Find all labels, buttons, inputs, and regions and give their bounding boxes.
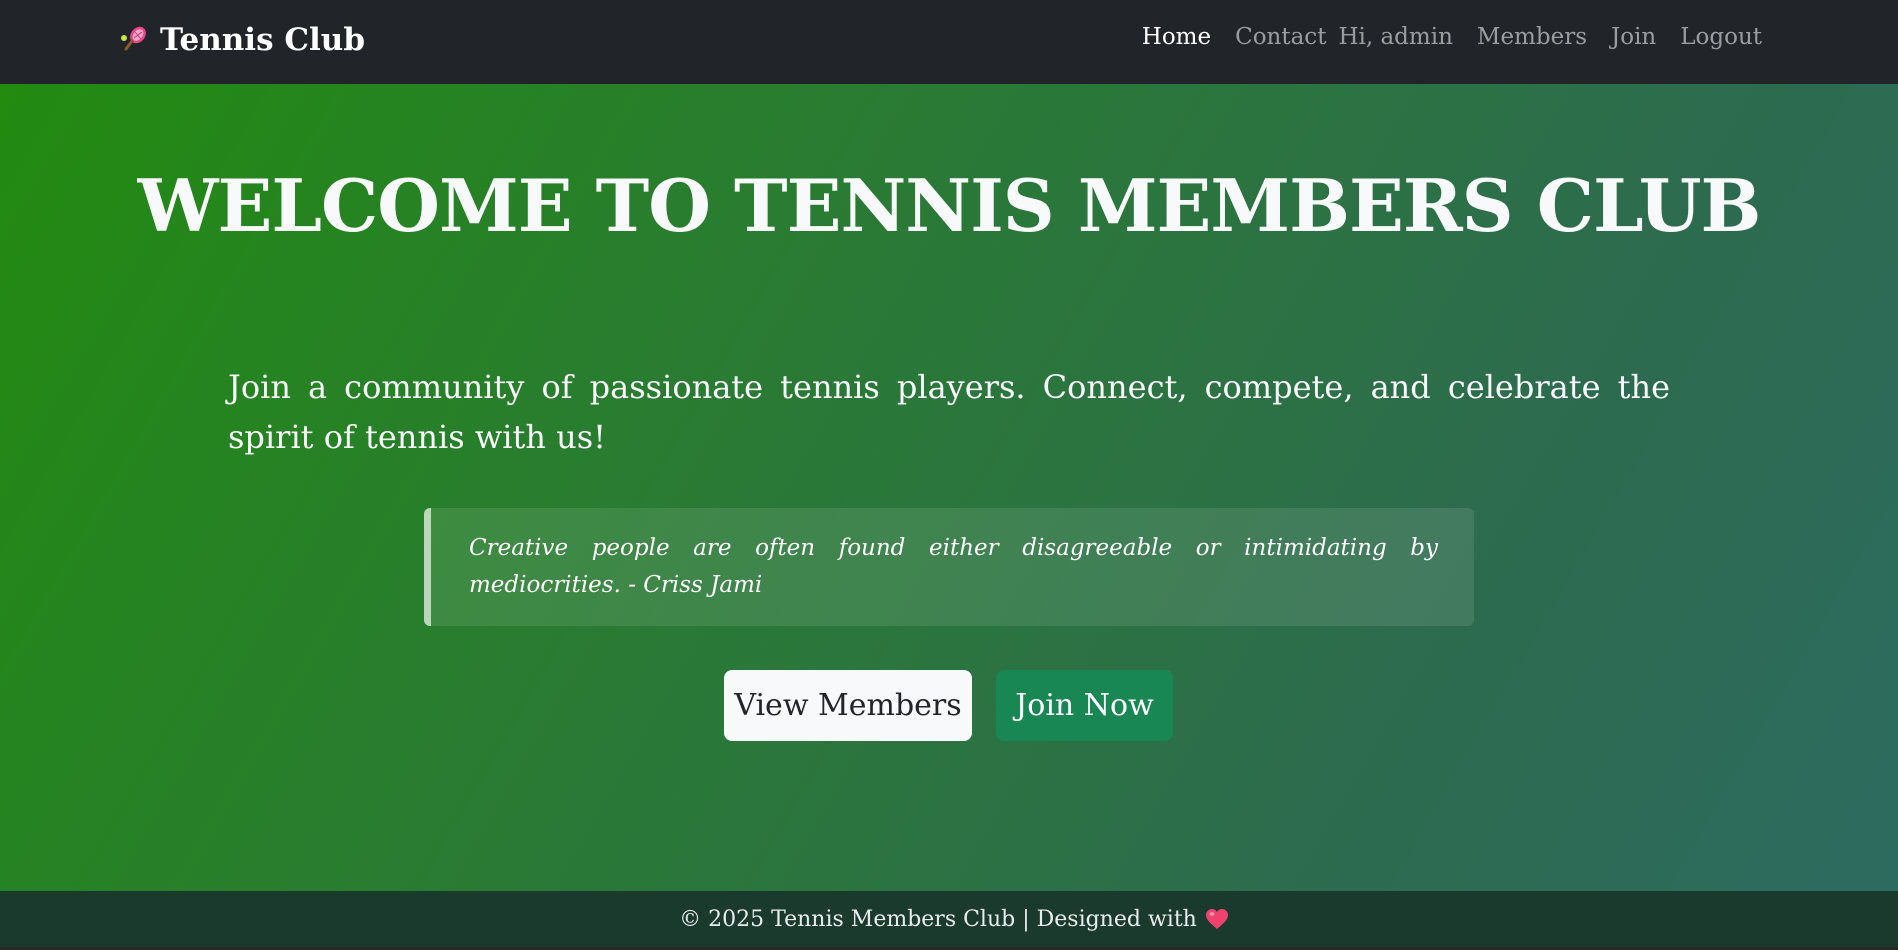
nav-contact-link[interactable]: Contact bbox=[1223, 24, 1332, 50]
view-members-button[interactable]: View Members bbox=[724, 670, 972, 741]
footer-text: © 2025 Tennis Members Club | Designed wi… bbox=[679, 906, 1197, 932]
nav-join-link[interactable]: Join bbox=[1599, 24, 1668, 50]
hero-section: WELCOME TO TENNIS MEMBERS CLUB Join a co… bbox=[0, 84, 1898, 891]
heart-icon bbox=[1205, 908, 1229, 930]
brand-link[interactable]: Tennis Club bbox=[118, 22, 365, 58]
footer-content: © 2025 Tennis Members Club | Designed wi… bbox=[679, 907, 1229, 932]
top-navbar: Tennis Club Home Contact Hi, admin Membe… bbox=[0, 0, 1898, 84]
join-now-button[interactable]: Join Now bbox=[996, 670, 1173, 741]
hero-title: WELCOME TO TENNIS MEMBERS CLUB bbox=[137, 163, 1762, 248]
page-footer: © 2025 Tennis Members Club | Designed wi… bbox=[0, 891, 1898, 950]
user-greeting: Hi, admin bbox=[1338, 24, 1453, 50]
hero-lead-text: Join a community of passionate tennis pl… bbox=[228, 368, 1670, 456]
quote-text: Creative people are often found either d… bbox=[469, 535, 1438, 598]
brand-name: Tennis Club bbox=[160, 22, 365, 58]
nav-home-link[interactable]: Home bbox=[1130, 24, 1223, 50]
nav-links: Home Contact Hi, admin Members Join Logo… bbox=[1130, 24, 1774, 50]
quote-blockquote: Creative people are often found either d… bbox=[424, 508, 1474, 626]
tennis-racket-icon bbox=[118, 24, 150, 56]
nav-logout-link[interactable]: Logout bbox=[1668, 24, 1774, 50]
nav-members-link[interactable]: Members bbox=[1465, 24, 1599, 50]
